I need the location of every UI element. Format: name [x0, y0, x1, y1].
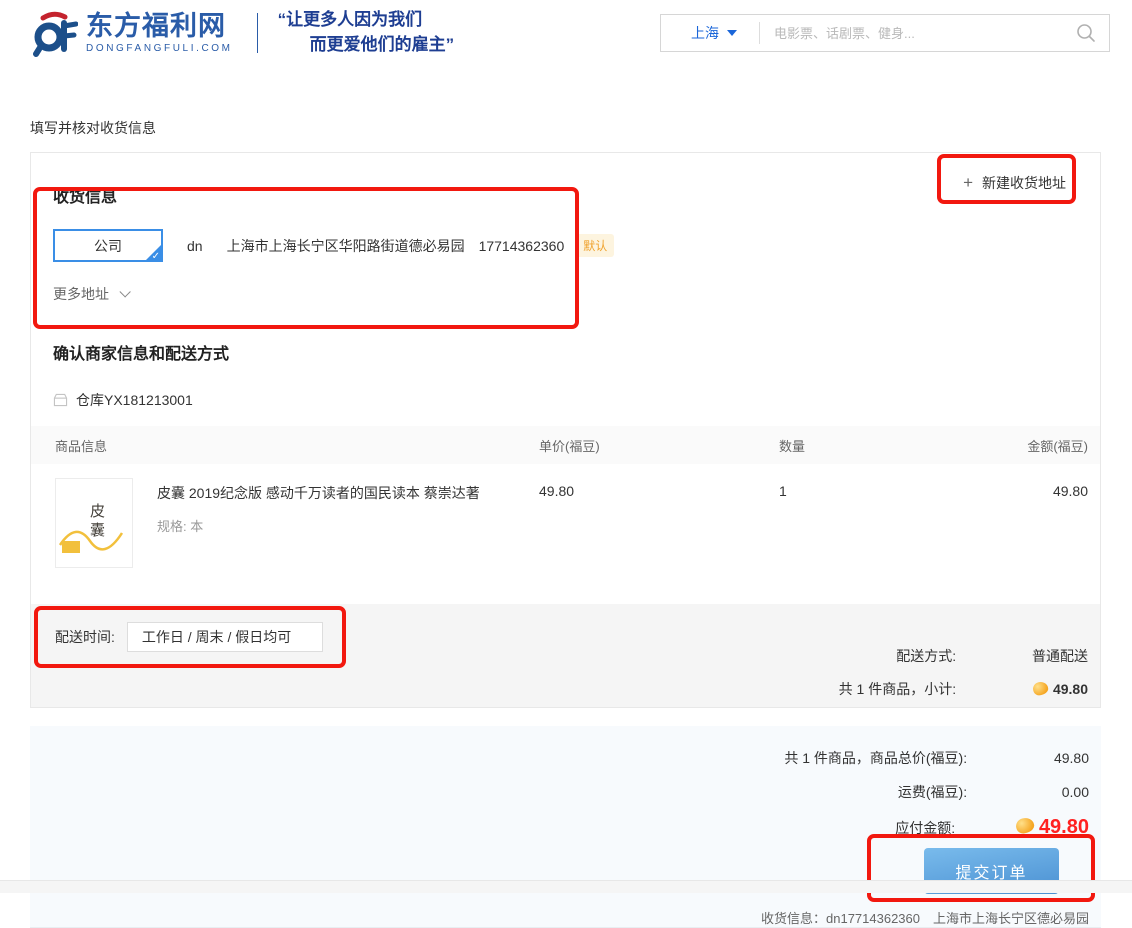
delivery-time-label: 配送时间: [55, 627, 115, 647]
payable-label: 应付金额: [895, 820, 955, 836]
freight-value: 0.00 [971, 784, 1089, 800]
freight-row: 运费(福豆): 0.00 [30, 782, 1089, 802]
spec-value: 本 [190, 519, 203, 534]
search-input[interactable] [774, 26, 1075, 41]
payable-value: 49.80 [1039, 816, 1089, 838]
product-spec: 规格: 本 [157, 516, 480, 535]
header-divider [257, 13, 258, 53]
brand-name-en: DONGFANGFULI.COM [86, 43, 233, 54]
default-badge: 默认 [576, 234, 614, 257]
col-header-amount: 金额(福豆) [1009, 436, 1100, 455]
order-card: 收货信息 公司 ✓ dn 上海市上海长宁区华阳路街道德必易园 177143623… [30, 152, 1101, 708]
product-amount: 49.80 [1009, 478, 1100, 499]
site-header: 东方福利网 DONGFANGFULI.COM “让更多人因为我们 而更爱他们的雇… [0, 0, 1132, 66]
shipping-info-block: 收货信息 公司 ✓ dn 上海市上海长宁区华阳路街道德必易园 177143623… [31, 179, 1100, 304]
search-divider [759, 22, 760, 44]
bean-icon [1032, 680, 1050, 696]
delivery-strip: 配送时间: 工作日 / 周末 / 假日均可 配送方式: 普通配送 共 1 件商品… [31, 604, 1100, 707]
page-title: 填写并核对收货信息 [30, 118, 1132, 138]
city-selector[interactable]: 上海 [673, 23, 743, 43]
recipient-phone: 17714362360 [479, 238, 565, 254]
check-icon: ✓ [152, 251, 160, 262]
product-table-header: 商品信息 单价(福豆) 数量 金额(福豆) [31, 426, 1100, 464]
new-address-label: 新建收货地址 [982, 173, 1066, 193]
plus-icon: + [963, 173, 973, 193]
address-tag-company[interactable]: 公司 ✓ [53, 229, 163, 262]
warehouse-row: 仓库YX181213001 [53, 390, 1078, 410]
shipping-summary-line: 收货信息：dn17714362360 上海市上海长宁区德必易园 [761, 908, 1089, 927]
product-qty: 1 [779, 478, 1009, 499]
search-icon[interactable] [1075, 22, 1097, 44]
site-logo[interactable]: 东方福利网 DONGFANGFULI.COM [30, 9, 233, 57]
new-address-area: + 新建收货地址 [963, 173, 1066, 193]
logo-qf-icon [30, 9, 78, 57]
spec-label: 规格: [157, 519, 187, 534]
more-addresses-label: 更多地址 [53, 284, 109, 304]
brand-name-cn: 东方福利网 [86, 13, 233, 40]
subtotal-row: 共 1 件商品，小计: 49.80 [839, 679, 1088, 699]
city-label: 上海 [691, 23, 719, 43]
product-title[interactable]: 皮囊 2019纪念版 感动千万读者的国民读本 蔡崇达著 [157, 483, 480, 503]
col-header-unit-price: 单价(福豆) [539, 436, 779, 455]
caret-down-icon [727, 30, 737, 36]
col-header-qty: 数量 [779, 436, 1009, 455]
slogan-line2: 而更爱他们的雇主” [278, 33, 455, 58]
freight-label: 运费(福豆): [898, 784, 967, 800]
delivery-method-label: 配送方式: [896, 648, 956, 664]
brand-slogan: “让更多人因为我们 而更爱他们的雇主” [278, 8, 455, 57]
recipient-name: dn [187, 238, 203, 254]
recipient-address: 上海市上海长宁区华阳路街道德必易园 [227, 236, 465, 256]
delivery-time-group: 配送时间: 工作日 / 周末 / 假日均可 [55, 622, 323, 652]
subtotal-label: 共 1 件商品，小计: [839, 681, 956, 697]
thumbnail-decoration [56, 519, 133, 559]
subtotal-value: 49.80 [1053, 681, 1088, 697]
more-addresses-toggle[interactable]: 更多地址 [53, 284, 127, 304]
total-value: 49.80 [971, 750, 1089, 766]
order-summary: 共 1 件商品，商品总价(福豆): 49.80 运费(福豆): 0.00 应付金… [30, 726, 1101, 928]
address-row: 公司 ✓ dn 上海市上海长宁区华阳路街道德必易园 17714362360 默认 [53, 229, 1078, 262]
storefront-icon [53, 393, 68, 407]
total-label: 共 1 件商品，商品总价(福豆): [784, 750, 967, 766]
merchant-section-title: 确认商家信息和配送方式 [53, 340, 1078, 364]
col-header-product: 商品信息 [31, 436, 539, 455]
delivery-method-value: 普通配送 [960, 646, 1088, 666]
bean-icon [1014, 816, 1035, 835]
warehouse-label: 仓库YX181213001 [76, 390, 193, 410]
slogan-line1: “让更多人因为我们 [278, 8, 455, 33]
address-tag-label: 公司 [94, 236, 122, 256]
page-bottom-strip [0, 880, 1132, 893]
chevron-down-icon [119, 286, 130, 297]
shipping-section-title: 收货信息 [53, 183, 1078, 207]
payable-row: 应付金额: 49.80 [30, 816, 1089, 839]
new-address-button[interactable]: + 新建收货地址 [963, 173, 1066, 193]
product-thumbnail[interactable]: 皮囊 [55, 478, 133, 568]
delivery-method-row: 配送方式: 普通配送 [839, 646, 1088, 666]
total-row: 共 1 件商品，商品总价(福豆): 49.80 [30, 748, 1089, 768]
product-unit-price: 49.80 [539, 478, 779, 499]
table-row: 皮囊 皮囊 2019纪念版 感动千万读者的国民读本 蔡崇达著 规格: 本 49.… [31, 464, 1100, 578]
search-bar: 上海 [660, 14, 1110, 52]
delivery-time-select[interactable]: 工作日 / 周末 / 假日均可 [127, 622, 323, 652]
